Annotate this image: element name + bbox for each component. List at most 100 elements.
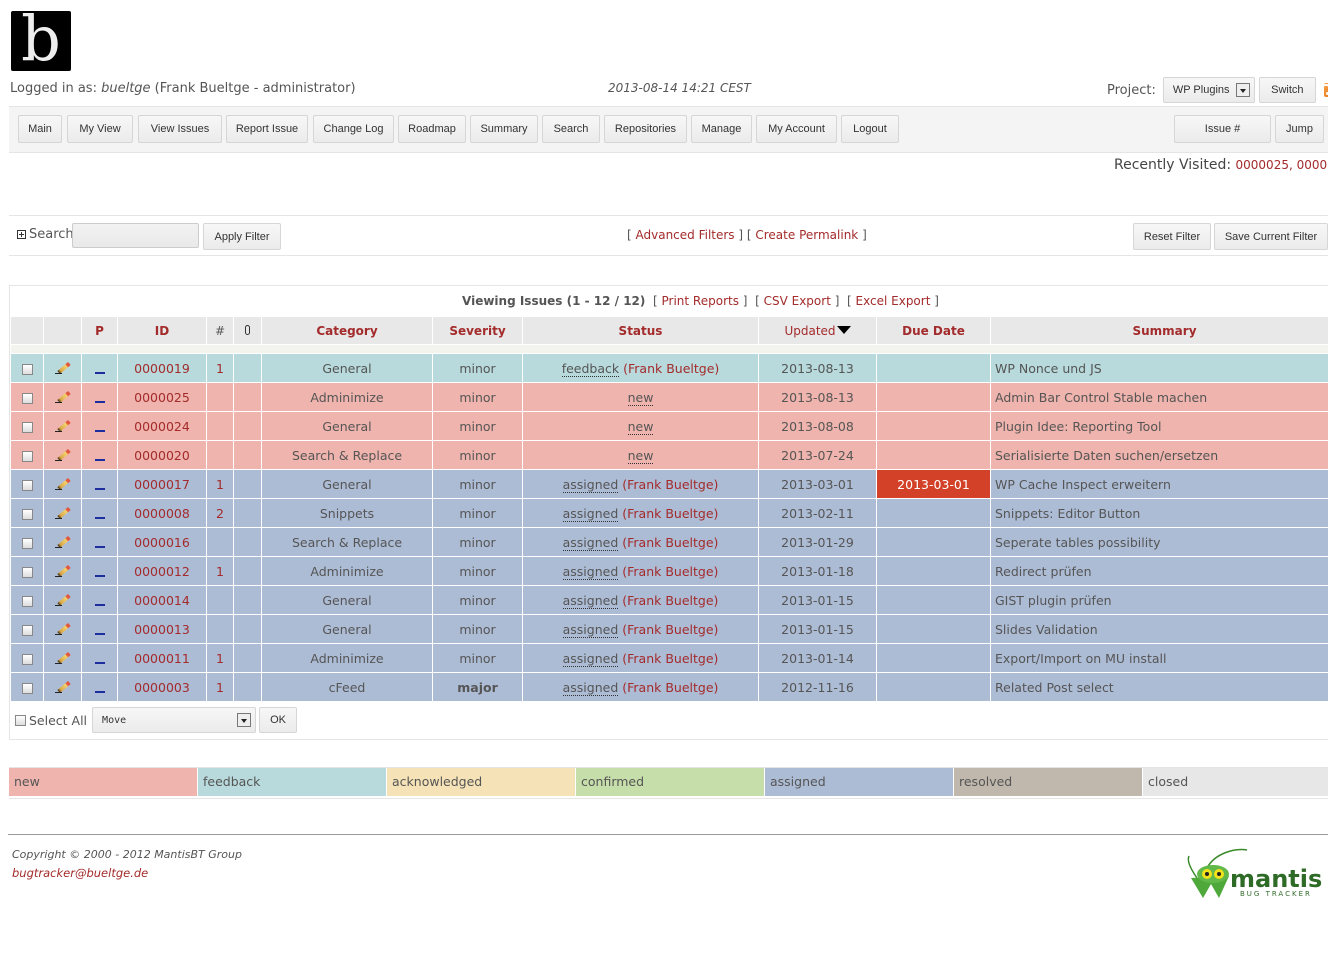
- jump-button[interactable]: Jump: [1275, 115, 1324, 143]
- select-all-checkbox[interactable]: [15, 714, 26, 726]
- handler-link[interactable]: (Frank Bueltge): [622, 535, 718, 550]
- col-priority[interactable]: P: [81, 316, 118, 345]
- issue-id-link[interactable]: 0000019: [134, 361, 190, 376]
- notes-count-link[interactable]: 1: [216, 564, 224, 579]
- notes-count-link[interactable]: 2: [216, 506, 224, 521]
- excel-export-link[interactable]: Excel Export: [856, 294, 931, 308]
- recently-visited-links[interactable]: 0000025, 0000019: [1236, 158, 1328, 172]
- notes-count-link[interactable]: 1: [216, 361, 224, 376]
- row-checkbox[interactable]: [21, 653, 33, 665]
- save-current-filter-button[interactable]: Save Current Filter: [1214, 223, 1328, 250]
- advanced-filters-link[interactable]: Advanced Filters: [636, 228, 735, 242]
- issue-id-link[interactable]: 0000003: [134, 680, 190, 695]
- pencil-edit-icon[interactable]: [54, 621, 71, 635]
- row-checkbox[interactable]: [21, 682, 33, 694]
- ok-button[interactable]: OK: [259, 707, 298, 733]
- issue-id-link[interactable]: 0000025: [134, 390, 190, 405]
- pencil-edit-icon[interactable]: [54, 447, 71, 461]
- handler-link[interactable]: (Frank Bueltge): [622, 564, 718, 579]
- handler-link[interactable]: (Frank Bueltge): [622, 506, 718, 521]
- status-label: assigned: [562, 679, 619, 696]
- col-updated[interactable]: Updated: [758, 316, 877, 345]
- row-checkbox[interactable]: [21, 363, 33, 375]
- issue-id-link[interactable]: 0000008: [134, 506, 190, 521]
- pencil-edit-icon[interactable]: [54, 418, 71, 432]
- col-summary[interactable]: Summary: [990, 316, 1328, 345]
- handler-link[interactable]: (Frank Bueltge): [623, 361, 719, 376]
- col-category[interactable]: Category: [261, 316, 433, 345]
- issue-id-link[interactable]: 0000020: [134, 448, 190, 463]
- col-status[interactable]: Status: [522, 316, 759, 345]
- nav-main[interactable]: Main: [18, 115, 62, 143]
- nav-search[interactable]: Search: [542, 115, 600, 143]
- nav-logout[interactable]: Logout: [841, 115, 899, 143]
- row-checkbox[interactable]: [21, 508, 33, 520]
- pencil-edit-icon[interactable]: [54, 476, 71, 490]
- pencil-edit-icon[interactable]: [54, 389, 71, 403]
- row-checkbox[interactable]: [21, 479, 33, 491]
- nav-my-view[interactable]: My View: [67, 115, 133, 143]
- handler-link[interactable]: (Frank Bueltge): [622, 651, 718, 666]
- notes-count-link[interactable]: 1: [216, 680, 224, 695]
- expand-icon[interactable]: [17, 230, 26, 239]
- nav-report-issue[interactable]: Report Issue: [226, 115, 308, 143]
- paperclip-icon: [245, 324, 250, 335]
- row-checkbox[interactable]: [21, 624, 33, 636]
- handler-link[interactable]: (Frank Bueltge): [622, 622, 718, 637]
- contact-email-link[interactable]: bugtracker@bueltge.de: [12, 866, 148, 880]
- nav-summary[interactable]: Summary: [470, 115, 538, 143]
- create-permalink-link[interactable]: Create Permalink: [755, 228, 858, 242]
- print-reports-link[interactable]: Print Reports: [662, 294, 739, 308]
- nav-change-log[interactable]: Change Log: [313, 115, 394, 143]
- issue-id-link[interactable]: 0000024: [134, 419, 190, 434]
- row-checkbox[interactable]: [21, 595, 33, 607]
- bulk-action-select[interactable]: Move: [92, 707, 257, 733]
- col-attachments[interactable]: [233, 316, 262, 345]
- col-severity[interactable]: Severity: [432, 316, 523, 345]
- issue-id-link[interactable]: 0000016: [134, 535, 190, 550]
- nav-roadmap[interactable]: Roadmap: [398, 115, 466, 143]
- csv-export-link[interactable]: CSV Export: [764, 294, 831, 308]
- nav-repositories[interactable]: Repositories: [604, 115, 687, 143]
- issue-id-link[interactable]: 0000011: [134, 651, 190, 666]
- priority-cell: [81, 498, 118, 528]
- handler-link[interactable]: (Frank Bueltge): [622, 477, 718, 492]
- rss-icon[interactable]: [1323, 83, 1328, 97]
- pencil-edit-icon[interactable]: [54, 650, 71, 664]
- search-input[interactable]: [72, 223, 199, 248]
- pencil-edit-icon[interactable]: [54, 505, 71, 519]
- nav-manage[interactable]: Manage: [691, 115, 752, 143]
- site-logo[interactable]: b: [11, 8, 71, 71]
- switch-button[interactable]: Switch: [1258, 77, 1316, 103]
- col-notes[interactable]: #: [206, 316, 234, 345]
- col-id[interactable]: ID: [117, 316, 207, 345]
- issue-id-link[interactable]: 0000017: [134, 477, 190, 492]
- apply-filter-button[interactable]: Apply Filter: [203, 223, 281, 250]
- pencil-edit-icon[interactable]: [54, 563, 71, 577]
- issue-id-cell: 0000014: [117, 585, 207, 615]
- project-switcher: Project: WP Plugins Switch: [1107, 77, 1328, 103]
- row-checkbox[interactable]: [21, 537, 33, 549]
- col-due-date[interactable]: Due Date: [876, 316, 991, 345]
- notes-count-link[interactable]: 1: [216, 651, 224, 666]
- pencil-edit-icon[interactable]: [54, 592, 71, 606]
- issue-id-link[interactable]: 0000013: [134, 622, 190, 637]
- row-checkbox[interactable]: [21, 392, 33, 404]
- pencil-edit-icon[interactable]: [54, 679, 71, 693]
- mantis-logo[interactable]: mantis BUG TRACKER: [1185, 848, 1328, 900]
- pencil-edit-icon[interactable]: [54, 360, 71, 374]
- nav-view-issues[interactable]: View Issues: [138, 115, 222, 143]
- handler-link[interactable]: (Frank Bueltge): [622, 680, 718, 695]
- reset-filter-button[interactable]: Reset Filter: [1133, 223, 1211, 250]
- handler-link[interactable]: (Frank Bueltge): [622, 593, 718, 608]
- issue-id-link[interactable]: 0000012: [134, 564, 190, 579]
- issue-id-link[interactable]: 0000014: [134, 593, 190, 608]
- row-checkbox[interactable]: [21, 421, 33, 433]
- row-checkbox[interactable]: [21, 450, 33, 462]
- issue-number-input[interactable]: Issue #: [1174, 115, 1271, 143]
- notes-count-link[interactable]: 1: [216, 477, 224, 492]
- nav-my-account[interactable]: My Account: [756, 115, 837, 143]
- project-select[interactable]: WP Plugins: [1162, 77, 1255, 103]
- pencil-edit-icon[interactable]: [54, 534, 71, 548]
- row-checkbox[interactable]: [21, 566, 33, 578]
